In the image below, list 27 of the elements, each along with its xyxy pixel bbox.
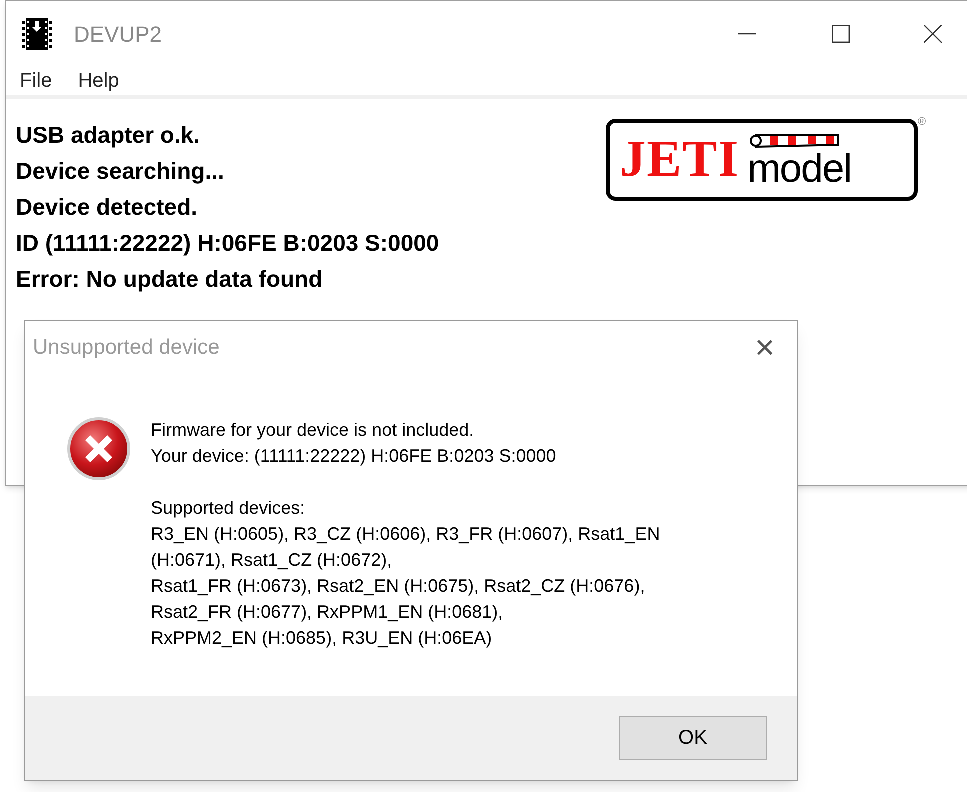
message-line: Firmware for your device is not included.	[151, 419, 476, 442]
log-line: Device searching...	[16, 157, 226, 186]
logo-word: model	[748, 150, 852, 188]
close-icon[interactable]	[924, 25, 942, 43]
supported-devices-line: Rsat1_FR (H:0673), Rsat2_EN (H:0675), Rsat2_CZ (H:0676),	[151, 575, 646, 598]
error-icon	[67, 417, 131, 481]
menu-item[interactable]: File	[20, 66, 52, 96]
supported-devices-line: RxPPM2_EN (H:0685), R3U_EN (H:06EA)	[151, 627, 494, 650]
logo-brand: JETI	[620, 134, 740, 186]
maximize-icon[interactable]	[832, 25, 850, 43]
supported-devices-line: R3_EN (H:0605), R3_CZ (H:0606), R3_FR (H:0607), Rsat1_EN	[151, 523, 660, 546]
window-title: DEVUP2	[74, 20, 162, 48]
supported-heading: Supported devices:	[151, 497, 306, 520]
dialog-title: Unsupported device	[33, 335, 220, 362]
ok-button[interactable]: OK	[619, 716, 767, 760]
registered-mark: ®	[918, 117, 926, 128]
windsock-icon	[750, 132, 842, 150]
log-line: Error: No update data found	[16, 265, 324, 294]
log-line: ID (11111:22222) H:06FE B:0203 S:0000	[16, 229, 440, 258]
supported-devices-line: (H:0671), Rsat1_CZ (H:0672),	[151, 549, 394, 572]
log-line: USB adapter o.k.	[16, 121, 202, 150]
message-line: Your device: (11111:22222) H:06FE B:0203 S:0000	[151, 445, 558, 468]
log-line: Device detected.	[16, 193, 199, 222]
close-button[interactable]: ×	[755, 331, 775, 365]
supported-devices-line: Rsat2_FR (H:0677), RxPPM1_EN (H:0681),	[151, 601, 504, 624]
chip-icon	[22, 18, 52, 50]
menu-item[interactable]: Help	[78, 66, 120, 96]
